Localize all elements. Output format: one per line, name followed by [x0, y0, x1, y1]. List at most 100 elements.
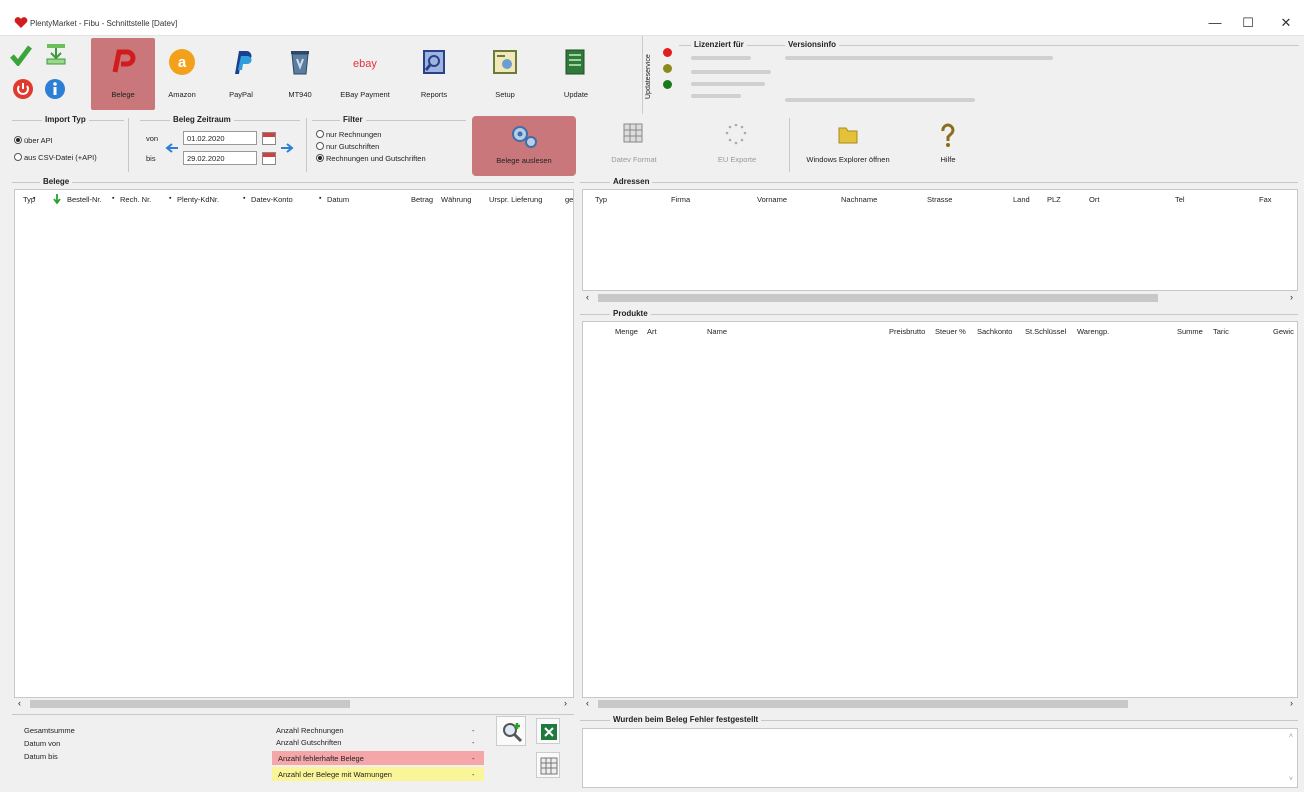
von-label: von — [146, 134, 159, 143]
col-summe[interactable]: Summe — [1177, 327, 1203, 336]
license-panel: Updateservice Lizenziert für Versionsinf… — [642, 36, 1304, 114]
col-art[interactable]: Art — [647, 327, 657, 336]
filter-beide-radio[interactable]: Rechnungen und Gutschriften — [316, 154, 426, 163]
col-rech-nr[interactable]: Rech. Nr. — [120, 195, 151, 204]
col-datev-konto[interactable]: Datev-Konto — [251, 195, 293, 204]
datev-format-button[interactable]: Datev Format — [596, 118, 672, 172]
gesamtsumme-label: Gesamtsumme — [24, 726, 75, 735]
amazon-button[interactable]: a Amazon — [150, 38, 214, 110]
anzahl-rechnungen-value: - — [472, 726, 475, 735]
update-button[interactable]: Update — [544, 38, 608, 110]
anzahl-gutschriften-value: - — [472, 738, 475, 747]
adressen-heading: Adressen — [610, 177, 653, 186]
windows-explorer-button[interactable]: Windows Explorer öffnen — [796, 118, 900, 172]
belege-table[interactable]: Typ Bestell-Nr. Rech. Nr. Plenty-KdNr. D… — [14, 189, 574, 698]
fehler-textarea[interactable]: ˄ ˅ — [582, 728, 1298, 788]
col-taric[interactable]: Taric — [1213, 327, 1229, 336]
paypal-label: PayPal — [229, 90, 253, 99]
maximize-button[interactable]: ☐ — [1233, 13, 1263, 33]
info-icon[interactable] — [44, 78, 66, 100]
arrow-right-icon[interactable] — [279, 142, 295, 154]
amazon-icon: a — [169, 49, 195, 75]
col-vorname[interactable]: Vorname — [757, 195, 787, 204]
filter-gutschriften-radio[interactable]: nur Gutschriften — [316, 142, 379, 151]
col-adr-typ[interactable]: Typ — [595, 195, 607, 204]
col-land[interactable]: Land — [1013, 195, 1030, 204]
eu-exporte-button[interactable]: EU Exporte — [702, 118, 772, 172]
arrow-left-icon[interactable] — [164, 142, 180, 154]
grid-export-button[interactable] — [536, 752, 560, 778]
calendar-von-icon[interactable] — [262, 132, 276, 145]
excel-export-button[interactable] — [536, 718, 560, 744]
setup-label: Setup — [495, 90, 515, 99]
produkte-scroll-thumb[interactable] — [598, 700, 1128, 708]
close-button[interactable]: ✕ — [1271, 13, 1301, 33]
date-von-input[interactable]: 01.02.2020 — [183, 131, 257, 145]
import-api-radio[interactable]: über API — [14, 136, 53, 145]
bis-label: bis — [146, 154, 156, 163]
scroll-right-icon[interactable]: › — [564, 698, 567, 708]
produkte-table[interactable]: Menge Art Name Preisbrutto Steuer % Sach… — [582, 321, 1298, 698]
produkte-hscroll[interactable]: ‹ › — [582, 698, 1298, 710]
produkte-heading: Produkte — [610, 309, 651, 318]
checkmark-icon[interactable] — [10, 44, 32, 66]
import-tray-icon[interactable] — [44, 42, 68, 66]
col-sachkonto[interactable]: Sachkonto — [977, 327, 1012, 336]
anzahl-warnungen-value: - — [472, 770, 475, 779]
date-bis-input[interactable]: 29.02.2020 — [183, 151, 257, 165]
warnungen-row: Anzahl der Belege mit Warnungen - — [272, 767, 484, 781]
power-icon[interactable] — [12, 78, 34, 100]
setup-button[interactable]: Setup — [473, 38, 537, 110]
ebay-payment-button[interactable]: ebay EBay Payment — [333, 38, 397, 110]
filter-rechnungen-radio[interactable]: nur Rechnungen — [316, 130, 381, 139]
col-menge[interactable]: Menge — [615, 327, 638, 336]
col-bestell-nr[interactable]: Bestell-Nr. — [67, 195, 102, 204]
col-waehrung[interactable]: Währung — [441, 195, 471, 204]
reports-button[interactable]: Reports — [402, 38, 466, 110]
col-st-schluessel[interactable]: St.Schlüssel — [1025, 327, 1066, 336]
col-plz[interactable]: PLZ — [1047, 195, 1061, 204]
col-warengp[interactable]: Warengp. — [1077, 327, 1109, 336]
col-preisbrutto[interactable]: Preisbrutto — [889, 327, 925, 336]
col-steuer[interactable]: Steuer % — [935, 327, 966, 336]
col-urspr-lieferung[interactable]: Urspr. Lieferung — [489, 195, 542, 204]
belege-scroll-thumb[interactable] — [30, 700, 350, 708]
belege-hscroll[interactable]: ‹ › — [14, 698, 574, 710]
col-ort[interactable]: Ort — [1089, 195, 1099, 204]
mt940-button[interactable]: MT940 — [268, 38, 332, 110]
col-strasse[interactable]: Strasse — [927, 195, 952, 204]
belege-label: Belege — [111, 90, 135, 99]
sort-bullet: ▪ — [33, 195, 36, 202]
belege-auslesen-button[interactable]: Belege auslesen — [472, 116, 576, 176]
col-name[interactable]: Name — [707, 327, 727, 336]
minimize-button[interactable]: — — [1200, 13, 1230, 33]
paypal-button[interactable]: PayPal — [209, 38, 273, 110]
zoom-add-button[interactable] — [496, 716, 526, 746]
reports-icon — [423, 50, 445, 74]
title-bar: PlentyMarket - Fibu - Schnittstelle [Dat… — [0, 0, 1304, 36]
col-gewicht[interactable]: Gewic — [1273, 327, 1294, 336]
update-icon — [565, 49, 585, 75]
col-tel[interactable]: Tel — [1175, 195, 1185, 204]
col-plenty-kdnr[interactable]: Plenty-KdNr. — [177, 195, 219, 204]
adressen-hscroll[interactable]: ‹ › — [582, 292, 1298, 304]
calendar-bis-icon[interactable] — [262, 152, 276, 165]
adressen-scroll-thumb[interactable] — [598, 294, 1158, 302]
col-fax[interactable]: Fax — [1259, 195, 1272, 204]
scroll-down-icon[interactable]: ˅ — [1289, 776, 1293, 783]
svg-text:ebay: ebay — [353, 58, 377, 70]
col-firma[interactable]: Firma — [671, 195, 690, 204]
scroll-left-icon[interactable]: ‹ — [18, 698, 21, 708]
adressen-table[interactable]: Typ Firma Vorname Nachname Strasse Land … — [582, 189, 1298, 291]
help-icon — [941, 123, 955, 147]
hilfe-button[interactable]: Hilfe — [920, 118, 976, 172]
scroll-up-icon[interactable]: ˄ — [1289, 733, 1293, 740]
col-nachname[interactable]: Nachname — [841, 195, 877, 204]
col-datum[interactable]: Datum — [327, 195, 349, 204]
eu-exporte-label: EU Exporte — [717, 155, 757, 164]
col-ge[interactable]: ge — [565, 195, 573, 204]
belege-auslesen-label: Belege auslesen — [496, 156, 552, 165]
import-csv-radio[interactable]: aus CSV-Datei (+API) — [14, 153, 97, 162]
belege-button[interactable]: Belege — [91, 38, 155, 110]
col-betrag[interactable]: Betrag — [411, 195, 433, 204]
